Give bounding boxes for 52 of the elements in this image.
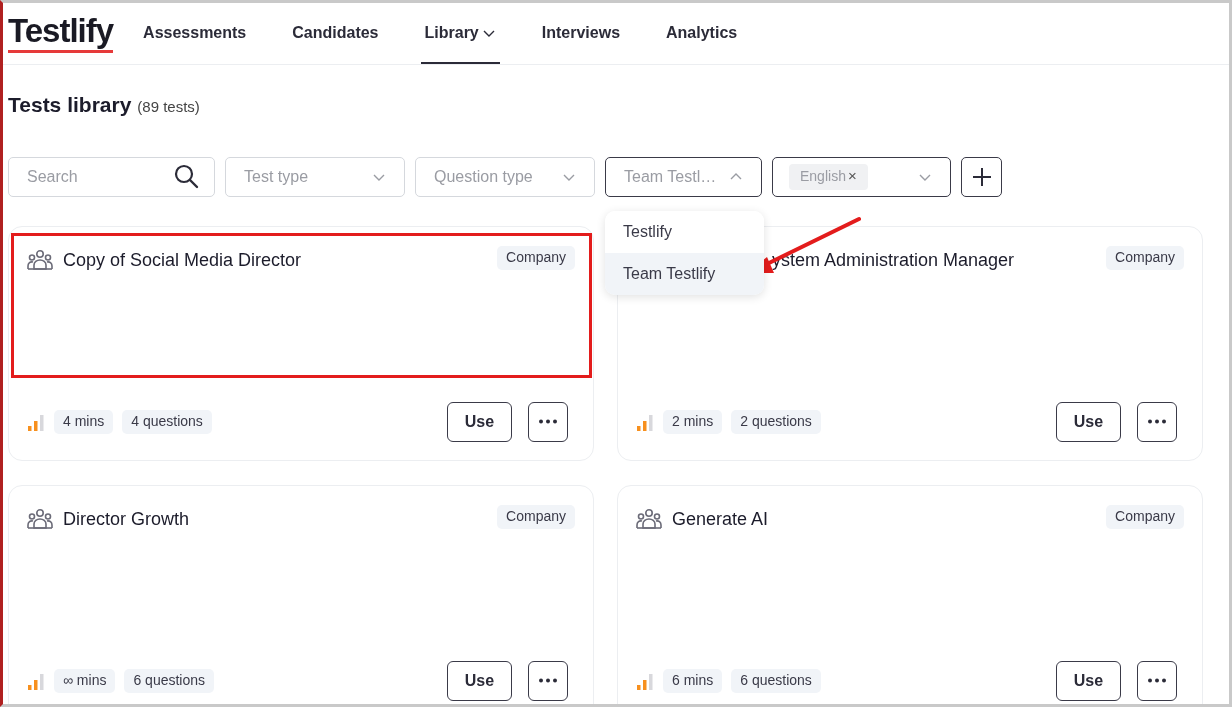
duration: 4 mins	[54, 409, 114, 434]
signal-icon	[27, 671, 45, 690]
search-icon	[174, 163, 200, 190]
signal-icon	[636, 671, 654, 690]
test-count: (89 tests)	[137, 97, 200, 117]
dropdown-option[interactable]: Team Testlify	[605, 252, 764, 295]
question-count: 2 questions	[731, 409, 821, 434]
card-title: Copy of Social Media Director	[63, 248, 302, 272]
signal-icon	[27, 412, 45, 431]
use-button[interactable]: Use	[447, 660, 512, 701]
plus-icon	[971, 166, 992, 187]
nav-tab[interactable]: Assessments	[139, 3, 251, 64]
signal-icon	[636, 412, 654, 431]
more-options-button[interactable]	[1137, 401, 1177, 442]
company-tag: Company	[497, 245, 575, 270]
dropdown-option[interactable]: Testlify	[605, 210, 764, 253]
more-icon	[1147, 678, 1167, 683]
question-count: 6 questions	[124, 668, 215, 693]
nav-tab[interactable]: Analytics	[662, 3, 742, 64]
duration: 6 mins	[663, 668, 723, 693]
duration: ∞ mins	[54, 668, 116, 693]
more-icon	[538, 419, 558, 424]
logo[interactable]: Testlify	[8, 14, 114, 53]
search-input[interactable]: Search	[27, 164, 157, 189]
people-icon	[27, 508, 53, 530]
use-button[interactable]: Use	[447, 401, 512, 442]
company-tag: Company	[1106, 504, 1184, 529]
more-icon	[538, 678, 558, 683]
search-field[interactable]: Search	[8, 156, 215, 197]
page-title: Tests library	[8, 92, 132, 118]
language-select[interactable]: English×	[772, 156, 951, 197]
more-options-button[interactable]	[528, 660, 568, 701]
card-title: Director Growth	[63, 507, 190, 531]
company-tag: Company	[497, 504, 575, 529]
card-title: Generate AI	[672, 507, 769, 531]
add-filter-button[interactable]	[961, 156, 1002, 197]
nav-tab[interactable]: Interviews	[537, 3, 625, 64]
duration: 2 mins	[663, 409, 723, 434]
use-button[interactable]: Use	[1056, 401, 1121, 442]
more-options-button[interactable]	[1137, 660, 1177, 701]
use-button[interactable]: Use	[1056, 660, 1121, 701]
remove-chip-button[interactable]: ×	[847, 165, 857, 188]
nav-tab[interactable]: Library	[420, 3, 500, 64]
nav-tab[interactable]: Candidates	[288, 3, 383, 64]
language-chip[interactable]: English×	[789, 163, 868, 190]
more-icon	[1147, 419, 1167, 424]
question-count: 6 questions	[731, 668, 821, 693]
people-icon	[27, 249, 53, 271]
question-count: 4 questions	[122, 409, 212, 434]
people-icon	[636, 508, 662, 530]
company-tag: Company	[1106, 245, 1184, 270]
more-options-button[interactable]	[528, 401, 568, 442]
